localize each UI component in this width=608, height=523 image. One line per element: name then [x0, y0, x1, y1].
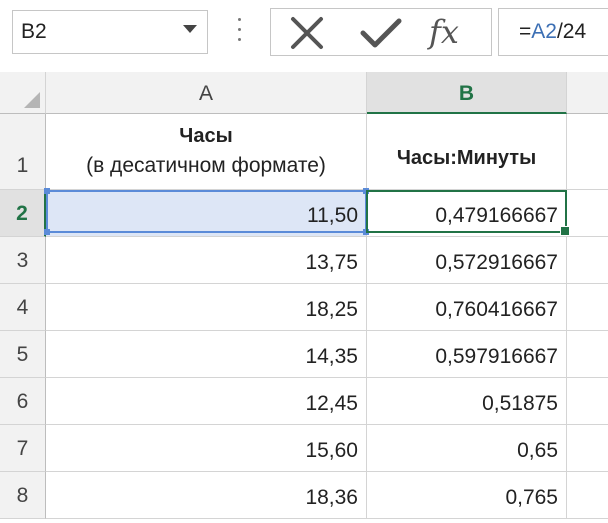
fill-handle[interactable]: [560, 226, 570, 236]
cell-b1[interactable]: Часы:Минуты: [367, 114, 567, 190]
cell-b4[interactable]: 0,760416667: [367, 284, 567, 331]
select-all-button[interactable]: [0, 72, 46, 114]
formula-reference-range: [44, 188, 369, 235]
cell-c2[interactable]: [567, 190, 608, 237]
row-header-8[interactable]: 8: [0, 472, 46, 519]
formula-prefix: =: [519, 20, 532, 43]
cell-c7[interactable]: [567, 425, 608, 472]
cell-b5[interactable]: 0,597916667: [367, 331, 567, 378]
formula-rest: /24: [556, 20, 587, 43]
cell-a1-line2: (в десатичном формате): [86, 154, 326, 177]
cell-c3[interactable]: [567, 237, 608, 284]
cancel-icon[interactable]: [287, 15, 327, 51]
range-handle[interactable]: [44, 188, 50, 194]
cell-c5[interactable]: [567, 331, 608, 378]
cell-a1[interactable]: Часы (в десатичном формате): [46, 114, 367, 190]
name-box-value: B2: [21, 20, 47, 43]
name-box-dropdown-icon[interactable]: [183, 25, 197, 33]
formula-input[interactable]: =A2/24: [498, 8, 608, 56]
row-header-4[interactable]: 4: [0, 284, 46, 331]
name-box[interactable]: B2: [12, 10, 208, 54]
cell-a3[interactable]: 13,75: [46, 237, 367, 284]
cell-c6[interactable]: [567, 378, 608, 425]
spreadsheet-grid: A B 1 Часы (в десатичном формате) Часы:М…: [0, 72, 608, 519]
row-header-1[interactable]: 1: [0, 114, 46, 190]
cell-b6[interactable]: 0,51875: [367, 378, 567, 425]
cell-a7[interactable]: 15,60: [46, 425, 367, 472]
row-header-7[interactable]: 7: [0, 425, 46, 472]
cell-a4[interactable]: 18,25: [46, 284, 367, 331]
active-cell-border: [366, 190, 567, 233]
row-header-6[interactable]: 6: [0, 378, 46, 425]
cell-a6[interactable]: 12,45: [46, 378, 367, 425]
cell-a8[interactable]: 18,36: [46, 472, 367, 519]
enter-check-icon[interactable]: [359, 15, 403, 51]
row-header-5[interactable]: 5: [0, 331, 46, 378]
column-header-c[interactable]: [567, 72, 608, 114]
range-handle[interactable]: [44, 229, 50, 235]
cell-c4[interactable]: [567, 284, 608, 331]
row-header-2[interactable]: 2: [0, 190, 46, 237]
cell-b7[interactable]: 0,65: [367, 425, 567, 472]
row-header-3[interactable]: 3: [0, 237, 46, 284]
select-all-icon: [24, 92, 40, 108]
cell-a1-line1: Часы: [179, 125, 233, 147]
more-options-icon[interactable]: [238, 18, 242, 46]
cell-c8[interactable]: [567, 472, 608, 519]
cell-b8[interactable]: 0,765: [367, 472, 567, 519]
formula-text: =A2/24: [519, 20, 586, 44]
column-header-a[interactable]: A: [46, 72, 367, 114]
formula-buttons: fx: [270, 8, 492, 56]
cell-a5[interactable]: 14,35: [46, 331, 367, 378]
column-header-b[interactable]: B: [367, 72, 567, 114]
cell-b3[interactable]: 0,572916667: [367, 237, 567, 284]
insert-function-icon[interactable]: fx: [429, 11, 477, 53]
formula-reference: A2: [531, 20, 557, 43]
cell-c1[interactable]: [567, 114, 608, 190]
formula-bar: B2 fx =A2/24: [0, 0, 608, 68]
cell-b1-text: Часы:Минуты: [396, 147, 537, 169]
